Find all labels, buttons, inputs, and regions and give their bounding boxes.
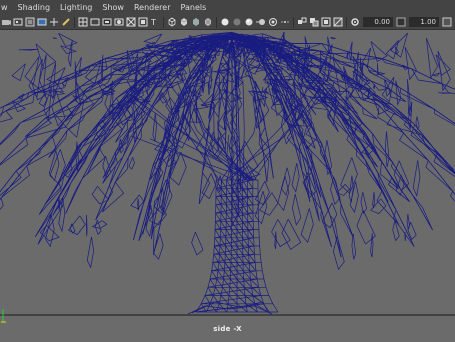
exposure-field[interactable]: 0.00	[363, 17, 393, 27]
camera-attributes-icon[interactable]	[13, 17, 23, 27]
two-d-pan-icon[interactable]	[49, 17, 59, 27]
toolbar-separator	[293, 16, 294, 28]
safe-action-icon[interactable]	[138, 17, 148, 27]
svg-text:T: T	[150, 18, 156, 27]
axis-indicator-icon	[1, 309, 6, 323]
safe-title-icon[interactable]: T	[150, 17, 160, 27]
use-lights-icon[interactable]	[220, 17, 230, 27]
panel-toolbar: T 0.00 1.00	[0, 15, 455, 30]
exposure-icon[interactable]	[350, 17, 360, 27]
toolbar-separator	[346, 16, 347, 28]
film-gate-icon[interactable]	[90, 17, 100, 27]
field-chart-icon[interactable]	[126, 17, 136, 27]
color-management-icon[interactable]	[442, 17, 452, 27]
default-material-icon[interactable]	[191, 17, 201, 27]
toolbar-separator	[163, 16, 164, 28]
maya-viewport-panel: w Shading Lighting Show Renderer Panels …	[0, 0, 455, 342]
toolbar-separator	[74, 16, 75, 28]
gate-mask-icon[interactable]	[114, 17, 124, 27]
gamma-icon[interactable]	[396, 17, 406, 27]
viewport-canvas[interactable]: side -X	[0, 30, 455, 342]
tree-wireframe-scene	[0, 31, 455, 316]
resolution-gate-icon[interactable]	[102, 17, 112, 27]
xray-icon[interactable]	[309, 17, 319, 27]
menu-panels[interactable]: Panels	[176, 0, 212, 15]
depth-of-field-icon[interactable]	[280, 17, 290, 27]
xray-joints-icon[interactable]	[321, 17, 331, 27]
grease-pencil-icon[interactable]	[61, 17, 71, 27]
panel-menu-bar: w Shading Lighting Show Renderer Panels	[0, 0, 455, 15]
textured-icon[interactable]	[203, 17, 213, 27]
tree-canopy-wireframe	[0, 31, 455, 271]
shadows-icon[interactable]	[232, 17, 242, 27]
xray-active-icon[interactable]	[333, 17, 343, 27]
bookmarks-icon[interactable]	[25, 17, 35, 27]
menu-show[interactable]: Show	[97, 0, 129, 15]
menu-lighting[interactable]: Lighting	[55, 0, 97, 15]
camera-label: side -X	[213, 325, 242, 333]
ambient-occlusion-icon[interactable]	[244, 17, 254, 27]
toolbar-separator	[216, 16, 217, 28]
gamma-field[interactable]: 1.00	[409, 17, 439, 27]
anti-aliasing-icon[interactable]	[268, 17, 278, 27]
wireframe-icon[interactable]	[167, 17, 177, 27]
isolate-select-icon[interactable]	[297, 17, 307, 27]
grid-icon[interactable]	[78, 17, 88, 27]
menu-renderer[interactable]: Renderer	[129, 0, 176, 15]
smooth-shade-icon[interactable]	[179, 17, 189, 27]
menu-view[interactable]: w	[0, 0, 13, 15]
menu-shading[interactable]: Shading	[13, 0, 56, 15]
image-plane-icon[interactable]	[37, 17, 47, 27]
select-camera-icon[interactable]	[1, 17, 11, 27]
motion-blur-icon[interactable]	[256, 17, 266, 27]
